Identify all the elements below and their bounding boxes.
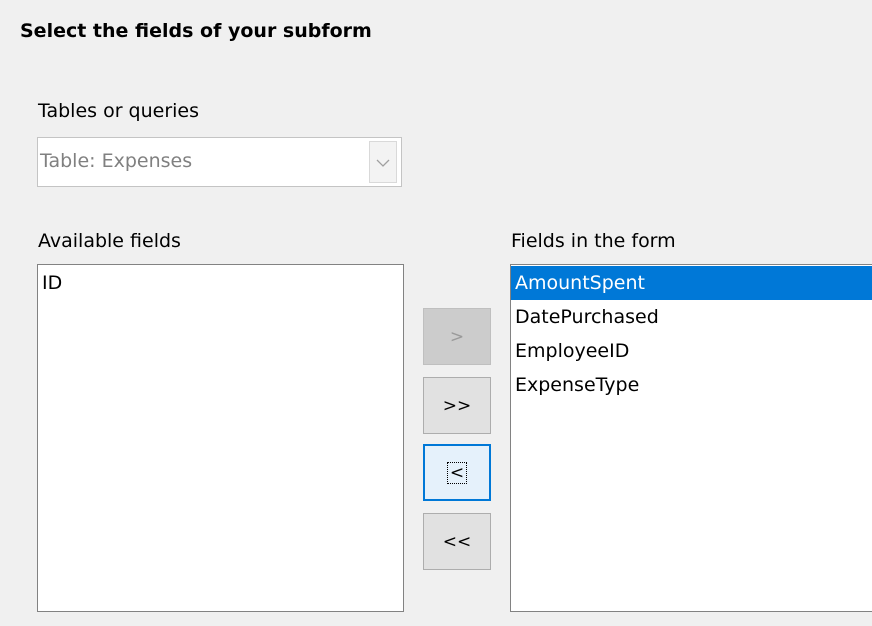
add-field-label: > — [449, 326, 465, 347]
list-item[interactable]: ID — [38, 266, 403, 300]
remove-field-label: < — [446, 461, 468, 484]
list-item[interactable]: EmployeeID — [511, 334, 872, 368]
list-item[interactable]: DatePurchased — [511, 300, 872, 334]
available-fields-label: Available fields — [38, 230, 181, 252]
add-all-fields-label: >> — [442, 395, 472, 416]
remove-field-button[interactable]: < — [423, 444, 491, 501]
fields-in-form-label: Fields in the form — [511, 230, 676, 252]
add-field-button[interactable]: > — [423, 308, 491, 365]
fields-in-form-list[interactable]: AmountSpent DatePurchased EmployeeID Expens… — [510, 264, 872, 612]
remove-all-fields-label: << — [442, 531, 472, 552]
add-all-fields-button[interactable]: >> — [423, 377, 491, 434]
dropdown-button[interactable] — [369, 141, 397, 183]
list-item[interactable]: ExpenseType — [511, 368, 872, 402]
chevron-down-icon — [376, 153, 390, 172]
available-fields-list[interactable]: ID — [37, 264, 404, 612]
remove-all-fields-button[interactable]: << — [423, 513, 491, 570]
page-title: Select the fields of your subform — [20, 20, 372, 42]
tables-queries-label: Tables or queries — [38, 100, 200, 122]
list-item[interactable]: AmountSpent — [511, 266, 872, 300]
tables-queries-value: Table: Expenses — [40, 150, 193, 172]
tables-queries-dropdown[interactable]: Table: Expenses — [37, 137, 402, 187]
